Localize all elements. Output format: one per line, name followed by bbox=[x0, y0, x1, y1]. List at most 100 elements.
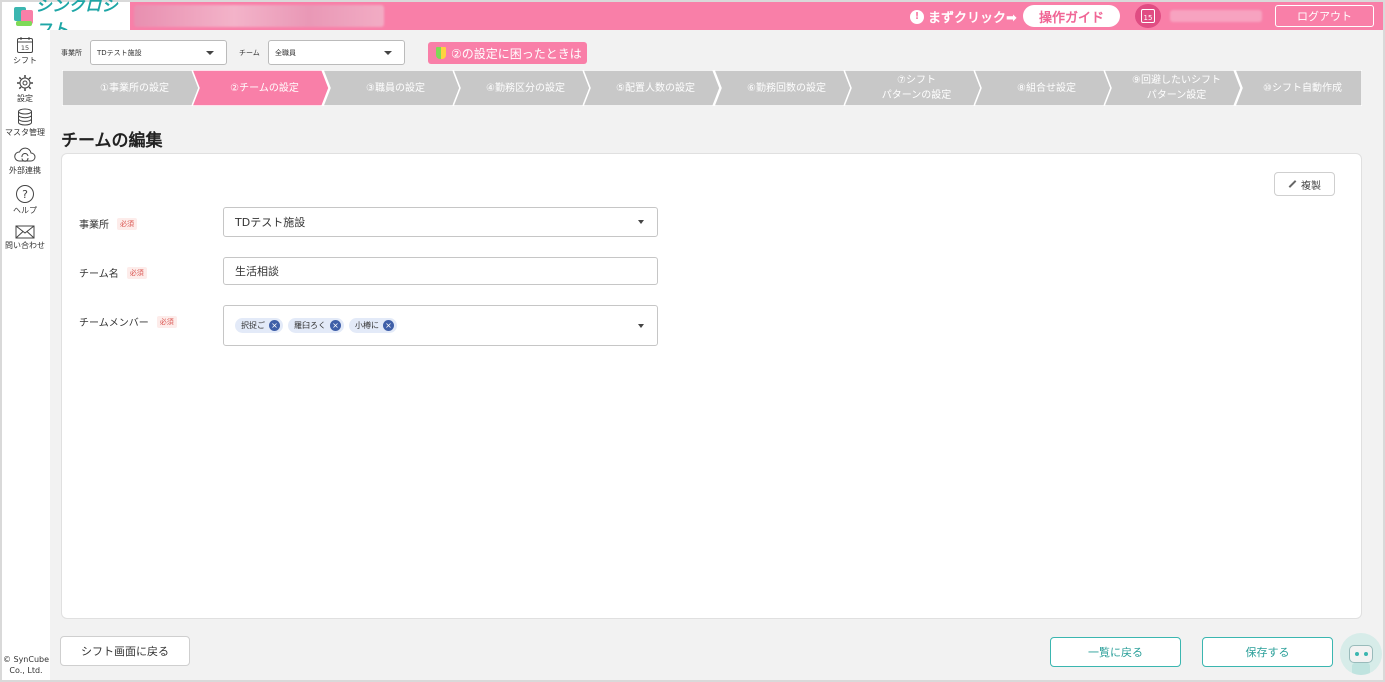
team-name-label: チーム名 必須 bbox=[79, 265, 147, 280]
sidebar: 15 シフト 設定 マスタ管理 外部連携 ? ヘルプ 問い合わせ © SynCu… bbox=[2, 30, 50, 680]
copyright: © SynCube Co., Ltd. bbox=[2, 654, 50, 676]
required-badge: 必須 bbox=[126, 266, 147, 279]
setup-help-link[interactable]: ②の設定に困ったときは bbox=[428, 42, 587, 64]
sidebar-item-contact[interactable]: 問い合わせ bbox=[2, 225, 48, 251]
chevron-down-icon bbox=[384, 51, 392, 55]
logo[interactable]: シンクロシフト bbox=[2, 0, 130, 39]
step-label: ⑩シフト自動作成 bbox=[1255, 81, 1342, 96]
help-icon: ? bbox=[16, 185, 34, 203]
remove-chip-icon[interactable]: × bbox=[269, 320, 280, 331]
step-label: ③職員の設定 bbox=[358, 81, 425, 96]
sidebar-item-label: 問い合わせ bbox=[5, 241, 45, 250]
save-button[interactable]: 保存する bbox=[1202, 637, 1333, 667]
step-label: ⑤配置人数の設定 bbox=[608, 81, 695, 96]
remove-chip-icon[interactable]: × bbox=[330, 320, 341, 331]
step-item[interactable]: ⑥勤務回数の設定 bbox=[714, 70, 851, 106]
team-name-value: 生活相談 bbox=[235, 265, 279, 278]
member-chip-label: 択捉ご bbox=[241, 321, 265, 330]
first-click-text: まずクリック➡ bbox=[928, 11, 1017, 26]
exclamation-icon: ! bbox=[910, 9, 924, 24]
setup-help-text: ②の設定に困ったときは bbox=[451, 46, 582, 61]
sidebar-item-help[interactable]: ? ヘルプ bbox=[2, 184, 48, 216]
svg-text:?: ? bbox=[22, 188, 28, 201]
calendar-icon: 15 bbox=[1141, 9, 1155, 23]
step-item[interactable]: ④勤務区分の設定 bbox=[453, 70, 590, 106]
chevron-down-icon bbox=[206, 51, 214, 55]
copyright-line2: Co., Ltd. bbox=[9, 666, 43, 675]
sidebar-item-settings[interactable]: 設定 bbox=[2, 74, 48, 104]
gear-icon bbox=[17, 75, 33, 91]
back-to-list-button[interactable]: 一覧に戻る bbox=[1050, 637, 1181, 667]
copyright-line1: © SynCube bbox=[2, 655, 50, 664]
member-chip-label: 小樽に bbox=[355, 321, 379, 330]
office-filter-select[interactable]: TDテスト施設 bbox=[90, 40, 227, 65]
sidebar-item-label: ヘルプ bbox=[13, 206, 37, 215]
back-to-shift-button[interactable]: シフト画面に戻る bbox=[60, 636, 190, 666]
chevron-down-icon bbox=[638, 323, 644, 328]
step-label-line1: ①事業所の設定 bbox=[100, 82, 169, 94]
calendar-button[interactable]: 15 bbox=[1135, 4, 1161, 28]
step-item[interactable]: ⑦シフトパターンの設定 bbox=[844, 70, 981, 106]
step-label-line2: パターンの設定 bbox=[881, 90, 952, 101]
redacted-user bbox=[1170, 10, 1262, 22]
sidebar-item-shift[interactable]: 15 シフト bbox=[2, 36, 48, 66]
step-label: ④勤務区分の設定 bbox=[478, 81, 565, 96]
sidebar-item-master[interactable]: マスタ管理 bbox=[2, 108, 48, 138]
member-chip-label: 羅臼ろく bbox=[294, 321, 326, 330]
calendar-icon: 15 bbox=[17, 37, 33, 53]
step-label-line1: ⑧組合せ設定 bbox=[1017, 82, 1076, 94]
setup-steps: ①事業所の設定 ②チームの設定 ③職員の設定 ④勤務区分の設定 ⑤配置人数の設定 ⑥勤務回… bbox=[62, 70, 1362, 106]
team-name-input[interactable]: 生活相談 bbox=[223, 257, 658, 285]
team-members-label: チームメンバー 必須 bbox=[79, 314, 177, 329]
copy-button-label: 複製 bbox=[1301, 180, 1321, 192]
svg-text:15: 15 bbox=[21, 44, 29, 52]
step-item[interactable]: ①事業所の設定 bbox=[62, 70, 199, 106]
step-label-line1: ②チームの設定 bbox=[230, 82, 299, 94]
office-select[interactable]: TDテスト施設 bbox=[223, 207, 658, 237]
step-label: ①事業所の設定 bbox=[92, 81, 169, 96]
mail-icon bbox=[15, 225, 35, 239]
beginner-mark-icon bbox=[436, 47, 446, 59]
redacted-area bbox=[134, 5, 384, 27]
top-bar: シンクロシフト ! まずクリック➡ 操作ガイド 15 ログアウト bbox=[2, 0, 1383, 39]
step-item[interactable]: ⑩シフト自動作成 bbox=[1235, 70, 1362, 106]
step-item[interactable]: ⑨回避したいシフト パターン設定 bbox=[1104, 70, 1241, 106]
team-filter-value: 全職員 bbox=[275, 48, 296, 57]
sidebar-item-label: 外部連携 bbox=[9, 166, 41, 175]
step-item[interactable]: ③職員の設定 bbox=[323, 70, 460, 106]
step-label-line1: ⑥勤務回数の設定 bbox=[747, 82, 826, 94]
step-label-line1: ⑤配置人数の設定 bbox=[616, 82, 695, 94]
remove-chip-icon[interactable]: × bbox=[383, 320, 394, 331]
team-members-label-text: チームメンバー bbox=[79, 318, 149, 329]
member-chip[interactable]: 択捉ご × bbox=[235, 318, 283, 333]
logo-icon bbox=[12, 4, 33, 28]
office-filter-label: 事業所 bbox=[61, 49, 82, 57]
step-item[interactable]: ②チームの設定 bbox=[192, 70, 329, 106]
operation-guide-button[interactable]: 操作ガイド bbox=[1023, 5, 1120, 27]
step-label: ⑨回避したいシフト パターン設定 bbox=[1124, 73, 1221, 103]
team-members-multiselect[interactable]: 択捉ご × 羅臼ろく × 小樽に × bbox=[223, 305, 658, 346]
step-label: ②チームの設定 bbox=[222, 81, 299, 96]
step-label-line1: ⑨回避したいシフト bbox=[1132, 75, 1221, 86]
first-click-hint: ! まずクリック➡ bbox=[910, 7, 1017, 26]
team-filter-select[interactable]: 全職員 bbox=[268, 40, 405, 65]
logout-button[interactable]: ログアウト bbox=[1275, 5, 1374, 27]
sidebar-item-label: マスタ管理 bbox=[5, 128, 45, 137]
office-field-label: 事業所 必須 bbox=[79, 216, 137, 231]
required-badge: 必須 bbox=[156, 315, 177, 328]
step-item[interactable]: ⑤配置人数の設定 bbox=[583, 70, 720, 106]
step-item[interactable]: ⑧組合せ設定 bbox=[974, 70, 1111, 106]
copy-button[interactable]: 複製 bbox=[1274, 172, 1335, 196]
assistant-robot-icon[interactable] bbox=[1340, 633, 1382, 675]
sidebar-item-label: 設定 bbox=[17, 94, 33, 103]
team-filter-label: チーム bbox=[239, 49, 260, 57]
office-select-value: TDテスト施設 bbox=[235, 216, 306, 229]
member-chip[interactable]: 羅臼ろく × bbox=[288, 318, 344, 333]
member-chip[interactable]: 小樽に × bbox=[349, 318, 397, 333]
step-label: ⑧組合せ設定 bbox=[1009, 81, 1076, 96]
cloud-sync-icon bbox=[14, 147, 36, 162]
sidebar-item-external[interactable]: 外部連携 bbox=[2, 146, 48, 176]
step-label-line1: ⑦シフト bbox=[897, 75, 936, 86]
sidebar-item-label: シフト bbox=[13, 56, 37, 65]
page-title: チームの編集 bbox=[61, 131, 163, 151]
